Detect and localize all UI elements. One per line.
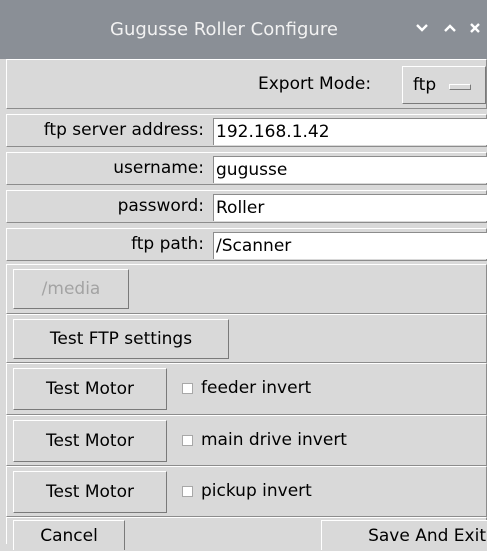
window-titlebar[interactable]: Gugusse Roller Configure [0,0,487,59]
ftp-path-row: ftp path: /Scanner [6,228,487,261]
password-label: password: [117,196,204,216]
username-input[interactable]: gugusse [213,156,487,183]
checkbox-box[interactable] [182,485,193,497]
pickup-motor-row: Test Motor pickup invert [6,466,487,517]
media-row: /media [6,264,487,314]
main-drive-motor-row: Test Motor main drive invert [6,415,487,466]
test-main-drive-motor-button[interactable]: Test Motor [13,420,167,462]
test-pickup-motor-button[interactable]: Test Motor [13,471,167,513]
export-mode-row: Export Mode: ftp [6,59,487,109]
pickup-invert-checkbox[interactable]: pickup invert [182,481,312,501]
save-and-exit-button[interactable]: Save And Exit [321,520,487,550]
username-row: username: gugusse [6,152,487,185]
feeder-motor-row: Test Motor feeder invert [6,363,487,415]
test-ftp-row: Test FTP settings [6,314,487,363]
minimize-icon[interactable] [413,21,431,39]
export-mode-value: ftp [413,75,437,95]
pickup-invert-label: pickup invert [201,481,312,501]
export-mode-label: Export Mode: [258,74,372,94]
test-ftp-button[interactable]: Test FTP settings [13,319,229,359]
cancel-button[interactable]: Cancel [13,520,125,550]
footer-row: Cancel Save And Exit [6,517,487,550]
feeder-invert-checkbox[interactable]: feeder invert [182,378,311,398]
ftp-server-row: ftp server address: 192.168.1.42 [6,114,487,147]
ftp-path-label: ftp path: [131,234,204,254]
password-row: password: Roller [6,190,487,223]
media-button[interactable]: /media [13,269,129,309]
password-input[interactable]: Roller [213,194,487,221]
ftp-server-input[interactable]: 192.168.1.42 [213,118,487,145]
maximize-icon[interactable] [441,21,459,39]
main-drive-invert-checkbox[interactable]: main drive invert [182,430,347,450]
feeder-invert-label: feeder invert [201,378,312,398]
export-mode-menu[interactable]: ftp [402,66,486,104]
checkbox-box[interactable] [182,434,193,446]
username-label: username: [113,158,204,178]
option-menu-indicator-icon [449,84,471,90]
checkbox-box[interactable] [182,382,193,394]
ftp-server-label: ftp server address: [43,120,204,140]
test-feeder-motor-button[interactable]: Test Motor [13,368,167,410]
close-icon[interactable] [466,21,484,39]
window-title: Gugusse Roller Configure [110,19,338,40]
ftp-path-input[interactable]: /Scanner [213,232,487,259]
main-drive-invert-label: main drive invert [201,430,347,450]
